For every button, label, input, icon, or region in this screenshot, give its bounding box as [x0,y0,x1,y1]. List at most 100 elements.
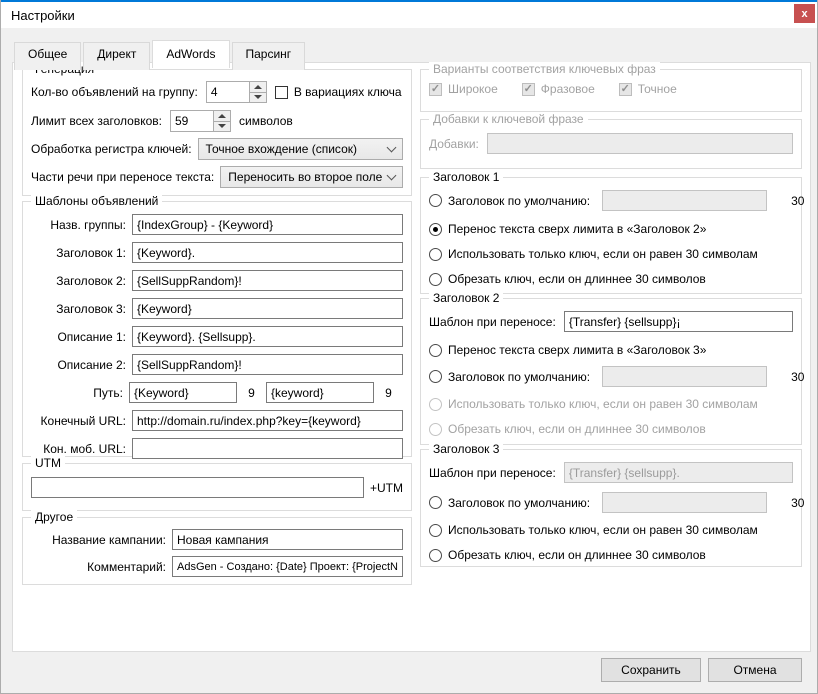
additives-input [487,133,793,154]
comment-label: Комментарий: [31,560,166,574]
group-match-types-title: Варианты соответствия ключевых фраз [429,62,660,76]
headers-limit-value[interactable]: 59 [171,111,213,131]
group-header1-title: Заголовок 1 [429,170,503,184]
spin-down-icon[interactable] [214,122,230,132]
ads-per-group-stepper[interactable]: 4 [206,81,267,103]
tab-adwords[interactable]: AdWords [152,40,229,68]
additives-label: Добавки: [429,137,479,151]
group-name-input[interactable] [132,214,403,235]
header2-key-trim-radio [429,423,442,436]
header2-default-radio[interactable] [429,370,442,383]
group-header1: Заголовок 1 Заголовок по умолчанию: 30 П… [420,177,802,294]
key-variations-label[interactable]: В вариациях ключа [294,85,402,99]
headers-limit-stepper[interactable]: 59 [170,110,231,132]
header2-transfer-template-input[interactable] [564,311,793,332]
group-additives-title: Добавки к ключевой фразе [429,112,588,126]
group-match-types: Варианты соответствия ключевых фраз ✓ Ши… [420,69,802,112]
tab-parsing[interactable]: Парсинг [232,42,306,70]
group-ad-templates: Шаблоны объявлений Назв. группы: Заголов… [22,201,412,457]
save-button[interactable]: Сохранить [601,658,701,682]
group-utm: UTM +UTM [22,463,412,511]
speech-parts-value: Переносить во второе поле [228,170,382,184]
case-handling-select[interactable]: Точное вхождение (список) [198,138,403,160]
campaign-name-input[interactable] [172,529,403,550]
header3-transfer-template-input [564,462,793,483]
path-label: Путь: [31,386,123,400]
headline3-label: Заголовок 3: [31,302,126,316]
broad-match-checkbox: ✓ [429,83,442,96]
case-handling-label: Обработка регистра ключей: [31,142,192,156]
header3-key-equal-label[interactable]: Использовать только ключ, если он равен … [448,523,758,537]
titlebar[interactable]: Настройки x [1,2,817,28]
window-accent-line [1,0,817,2]
header2-transfer-template-label: Шаблон при переносе: [429,315,556,329]
header1-key-trim-radio[interactable] [429,273,442,286]
headline2-label: Заголовок 2: [31,274,126,288]
header1-default-input [602,190,767,211]
header2-key-equal-radio [429,398,442,411]
headline2-input[interactable] [132,270,403,291]
mobile-url-input[interactable] [132,438,403,459]
header3-default-input [602,492,767,513]
final-url-label: Конечный URL: [31,414,126,428]
header1-transfer-label[interactable]: Перенос текста сверх лимита в «Заголовок… [448,222,706,236]
header1-default-label[interactable]: Заголовок по умолчанию: [448,194,590,208]
group-header2-title: Заголовок 2 [429,291,503,305]
header3-key-equal-radio[interactable] [429,524,442,537]
description2-input[interactable] [132,354,403,375]
exact-match-label: Точное [638,82,677,96]
header3-transfer-template-label: Шаблон при переносе: [429,466,556,480]
header2-transfer-radio[interactable] [429,344,442,357]
header2-default-limit: 30 [791,370,804,384]
header3-key-trim-label[interactable]: Обрезать ключ, если он длиннее 30 символ… [448,548,706,562]
header1-default-limit: 30 [791,194,804,208]
tab-obshchee[interactable]: Общее [14,42,81,70]
tab-direkt[interactable]: Директ [83,42,150,70]
header3-default-limit: 30 [791,496,804,510]
header3-default-label[interactable]: Заголовок по умолчанию: [448,496,590,510]
final-url-input[interactable] [132,410,403,431]
ads-per-group-value[interactable]: 4 [207,82,249,102]
spin-down-icon[interactable] [250,93,266,103]
header2-key-trim-label: Обрезать ключ, если он длиннее 30 символ… [448,422,706,436]
headers-limit-suffix: символов [239,114,293,128]
path2-count: 9 [374,386,403,400]
ads-per-group-label: Кол-во объявлений на группу: [31,85,198,99]
header1-key-equal-radio[interactable] [429,248,442,261]
spin-up-icon[interactable] [250,82,266,93]
spin-up-icon[interactable] [214,111,230,122]
group-header2: Заголовок 2 Шаблон при переносе: Перенос… [420,298,802,445]
path1-count: 9 [237,386,266,400]
header1-key-trim-label[interactable]: Обрезать ключ, если он длиннее 30 символ… [448,272,706,286]
header3-default-radio[interactable] [429,496,442,509]
key-variations-checkbox[interactable]: ✓ [275,86,288,99]
path2-input[interactable] [266,382,374,403]
close-button[interactable]: x [794,4,815,23]
header3-key-trim-radio[interactable] [429,549,442,562]
header1-key-equal-label[interactable]: Использовать только ключ, если он равен … [448,247,758,261]
headline1-label: Заголовок 1: [31,246,126,260]
header1-transfer-radio[interactable] [429,223,442,236]
comment-input[interactable] [172,556,403,577]
window-title: Настройки [11,8,75,23]
speech-parts-select[interactable]: Переносить во второе поле [220,166,403,188]
chevron-down-icon [387,142,397,152]
header1-default-radio[interactable] [429,194,442,207]
headers-limit-label: Лимит всех заголовков: [31,114,162,128]
path1-input[interactable] [129,382,237,403]
utm-input[interactable] [31,477,364,498]
group-utm-title: UTM [31,456,65,470]
group-other-title: Другое [31,510,77,524]
group-ad-templates-title: Шаблоны объявлений [31,194,162,208]
group-additives: Добавки к ключевой фразе Добавки: [420,119,802,169]
description1-input[interactable] [132,326,403,347]
cancel-button[interactable]: Отмена [708,658,802,682]
headline1-input[interactable] [132,242,403,263]
broad-match-label: Широкое [448,82,498,96]
exact-match-checkbox: ✓ [619,83,632,96]
headline3-input[interactable] [132,298,403,319]
header2-default-label[interactable]: Заголовок по умолчанию: [448,370,590,384]
header2-transfer-label[interactable]: Перенос текста сверх лимита в «Заголовок… [448,343,706,357]
phrase-match-label: Фразовое [541,82,595,96]
header2-key-equal-label: Использовать только ключ, если он равен … [448,397,758,411]
